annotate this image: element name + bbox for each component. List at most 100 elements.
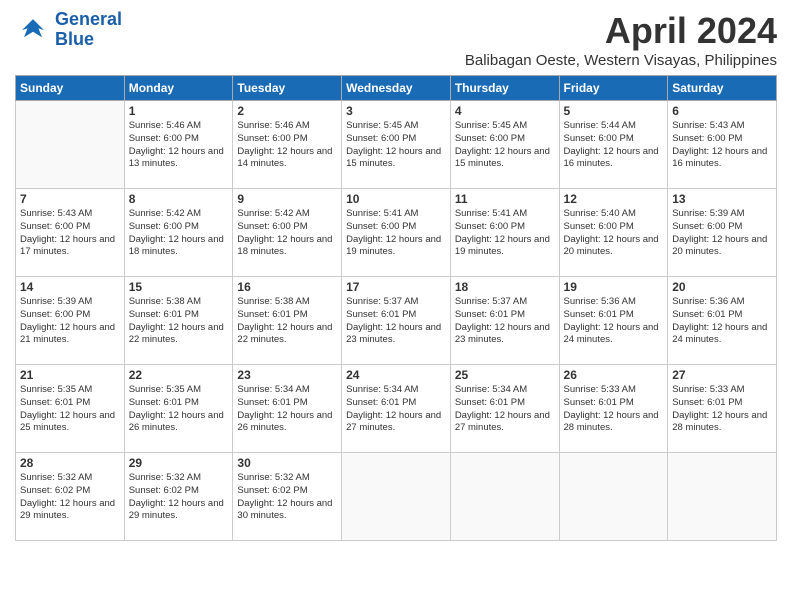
- calendar-cell: 28 Sunrise: 5:32 AM Sunset: 6:02 PM Dayli…: [16, 453, 125, 541]
- day-info: Sunrise: 5:40 AM Sunset: 6:00 PM Dayligh…: [564, 208, 664, 259]
- day-info: Sunrise: 5:46 AM Sunset: 6:00 PM Dayligh…: [237, 120, 337, 171]
- day-info: Sunrise: 5:34 AM Sunset: 6:01 PM Dayligh…: [237, 384, 337, 435]
- day-number: 11: [455, 192, 555, 206]
- day-number: 14: [20, 280, 120, 294]
- day-number: 30: [237, 456, 337, 470]
- day-number: 5: [564, 104, 664, 118]
- day-info: Sunrise: 5:34 AM Sunset: 6:01 PM Dayligh…: [346, 384, 446, 435]
- day-number: 8: [129, 192, 229, 206]
- day-info: Sunrise: 5:39 AM Sunset: 6:00 PM Dayligh…: [672, 208, 772, 259]
- calendar-cell: 4 Sunrise: 5:45 AM Sunset: 6:00 PM Daylig…: [450, 101, 559, 189]
- day-info: Sunrise: 5:32 AM Sunset: 6:02 PM Dayligh…: [20, 472, 120, 523]
- day-number: 26: [564, 368, 664, 382]
- calendar-week-row: 14 Sunrise: 5:39 AM Sunset: 6:00 PM Dayli…: [16, 277, 777, 365]
- calendar-cell: 30 Sunrise: 5:32 AM Sunset: 6:02 PM Dayli…: [233, 453, 342, 541]
- calendar-cell: 5 Sunrise: 5:44 AM Sunset: 6:00 PM Daylig…: [559, 101, 668, 189]
- day-info: Sunrise: 5:32 AM Sunset: 6:02 PM Dayligh…: [237, 472, 337, 523]
- day-info: Sunrise: 5:37 AM Sunset: 6:01 PM Dayligh…: [455, 296, 555, 347]
- day-number: 18: [455, 280, 555, 294]
- day-info: Sunrise: 5:43 AM Sunset: 6:00 PM Dayligh…: [672, 120, 772, 171]
- calendar-cell: 26 Sunrise: 5:33 AM Sunset: 6:01 PM Dayli…: [559, 365, 668, 453]
- day-number: 21: [20, 368, 120, 382]
- day-number: 9: [237, 192, 337, 206]
- calendar-cell: 25 Sunrise: 5:34 AM Sunset: 6:01 PM Dayli…: [450, 365, 559, 453]
- day-info: Sunrise: 5:42 AM Sunset: 6:00 PM Dayligh…: [237, 208, 337, 259]
- calendar-cell: 1 Sunrise: 5:46 AM Sunset: 6:00 PM Daylig…: [124, 101, 233, 189]
- day-info: Sunrise: 5:45 AM Sunset: 6:00 PM Dayligh…: [455, 120, 555, 171]
- day-number: 29: [129, 456, 229, 470]
- calendar-cell: [16, 101, 125, 189]
- calendar-cell: 8Sunrise: 5:42 AM Sunset: 6:00 PM Daylig…: [124, 189, 233, 277]
- logo: General Blue: [15, 10, 122, 50]
- calendar-day-header: Sunday: [16, 76, 125, 101]
- calendar-day-header: Wednesday: [342, 76, 451, 101]
- title-block: April 2024 Balibagan Oeste, Western Visa…: [465, 10, 777, 69]
- calendar-cell: [450, 453, 559, 541]
- calendar-cell: 6Sunrise: 5:43 AM Sunset: 6:00 PM Daylig…: [668, 101, 777, 189]
- calendar-cell: 29 Sunrise: 5:32 AM Sunset: 6:02 PM Dayli…: [124, 453, 233, 541]
- calendar-week-row: 28 Sunrise: 5:32 AM Sunset: 6:02 PM Dayli…: [16, 453, 777, 541]
- day-number: 10: [346, 192, 446, 206]
- day-number: 1: [129, 104, 229, 118]
- calendar-cell: 14 Sunrise: 5:39 AM Sunset: 6:00 PM Dayli…: [16, 277, 125, 365]
- page-header: General Blue April 2024 Balibagan Oeste,…: [15, 10, 777, 69]
- day-info: Sunrise: 5:39 AM Sunset: 6:00 PM Dayligh…: [20, 296, 120, 347]
- day-info: Sunrise: 5:35 AM Sunset: 6:01 PM Dayligh…: [129, 384, 229, 435]
- calendar-cell: [342, 453, 451, 541]
- calendar-cell: [668, 453, 777, 541]
- calendar-cell: 13 Sunrise: 5:39 AM Sunset: 6:00 PM Dayli…: [668, 189, 777, 277]
- day-number: 19: [564, 280, 664, 294]
- day-number: 4: [455, 104, 555, 118]
- day-info: Sunrise: 5:41 AM Sunset: 6:00 PM Dayligh…: [455, 208, 555, 259]
- day-number: 3: [346, 104, 446, 118]
- day-number: 12: [564, 192, 664, 206]
- calendar-header-row: SundayMondayTuesdayWednesdayThursdayFrid…: [16, 76, 777, 101]
- day-number: 27: [672, 368, 772, 382]
- calendar-day-header: Monday: [124, 76, 233, 101]
- day-info: Sunrise: 5:44 AM Sunset: 6:00 PM Dayligh…: [564, 120, 664, 171]
- day-info: Sunrise: 5:33 AM Sunset: 6:01 PM Dayligh…: [564, 384, 664, 435]
- calendar-day-header: Friday: [559, 76, 668, 101]
- calendar-cell: 16 Sunrise: 5:38 AM Sunset: 6:01 PM Dayli…: [233, 277, 342, 365]
- day-number: 15: [129, 280, 229, 294]
- day-number: 16: [237, 280, 337, 294]
- calendar-cell: 21 Sunrise: 5:35 AM Sunset: 6:01 PM Dayli…: [16, 365, 125, 453]
- calendar-cell: 20 Sunrise: 5:36 AM Sunset: 6:01 PM Dayli…: [668, 277, 777, 365]
- logo-line2: Blue: [55, 30, 122, 50]
- day-number: 28: [20, 456, 120, 470]
- day-info: Sunrise: 5:33 AM Sunset: 6:01 PM Dayligh…: [672, 384, 772, 435]
- day-info: Sunrise: 5:38 AM Sunset: 6:01 PM Dayligh…: [129, 296, 229, 347]
- day-number: 7: [20, 192, 120, 206]
- calendar-week-row: 21 Sunrise: 5:35 AM Sunset: 6:01 PM Dayli…: [16, 365, 777, 453]
- day-info: Sunrise: 5:45 AM Sunset: 6:00 PM Dayligh…: [346, 120, 446, 171]
- day-number: 24: [346, 368, 446, 382]
- day-number: 25: [455, 368, 555, 382]
- day-info: Sunrise: 5:34 AM Sunset: 6:01 PM Dayligh…: [455, 384, 555, 435]
- calendar-week-row: 7 Sunrise: 5:43 AM Sunset: 6:00 PM Daylig…: [16, 189, 777, 277]
- day-number: 22: [129, 368, 229, 382]
- day-info: Sunrise: 5:46 AM Sunset: 6:00 PM Dayligh…: [129, 120, 229, 171]
- day-info: Sunrise: 5:35 AM Sunset: 6:01 PM Dayligh…: [20, 384, 120, 435]
- calendar-cell: 17Sunrise: 5:37 AM Sunset: 6:01 PM Dayli…: [342, 277, 451, 365]
- calendar-cell: 24 Sunrise: 5:34 AM Sunset: 6:01 PM Dayli…: [342, 365, 451, 453]
- calendar-cell: 27 Sunrise: 5:33 AM Sunset: 6:01 PM Dayli…: [668, 365, 777, 453]
- calendar-day-header: Thursday: [450, 76, 559, 101]
- calendar-cell: 10Sunrise: 5:41 AM Sunset: 6:00 PM Dayli…: [342, 189, 451, 277]
- calendar-cell: 7 Sunrise: 5:43 AM Sunset: 6:00 PM Daylig…: [16, 189, 125, 277]
- day-number: 23: [237, 368, 337, 382]
- calendar-week-row: 1 Sunrise: 5:46 AM Sunset: 6:00 PM Daylig…: [16, 101, 777, 189]
- logo-line1: General: [55, 9, 122, 29]
- day-info: Sunrise: 5:38 AM Sunset: 6:01 PM Dayligh…: [237, 296, 337, 347]
- day-number: 13: [672, 192, 772, 206]
- calendar-cell: 9 Sunrise: 5:42 AM Sunset: 6:00 PM Daylig…: [233, 189, 342, 277]
- day-info: Sunrise: 5:36 AM Sunset: 6:01 PM Dayligh…: [672, 296, 772, 347]
- day-info: Sunrise: 5:37 AM Sunset: 6:01 PM Dayligh…: [346, 296, 446, 347]
- calendar-cell: 15 Sunrise: 5:38 AM Sunset: 6:01 PM Dayli…: [124, 277, 233, 365]
- calendar-cell: 12 Sunrise: 5:40 AM Sunset: 6:00 PM Dayli…: [559, 189, 668, 277]
- calendar-cell: [559, 453, 668, 541]
- calendar-day-header: Tuesday: [233, 76, 342, 101]
- day-info: Sunrise: 5:32 AM Sunset: 6:02 PM Dayligh…: [129, 472, 229, 523]
- day-number: 20: [672, 280, 772, 294]
- calendar-cell: 19Sunrise: 5:36 AM Sunset: 6:01 PM Dayli…: [559, 277, 668, 365]
- day-info: Sunrise: 5:43 AM Sunset: 6:00 PM Dayligh…: [20, 208, 120, 259]
